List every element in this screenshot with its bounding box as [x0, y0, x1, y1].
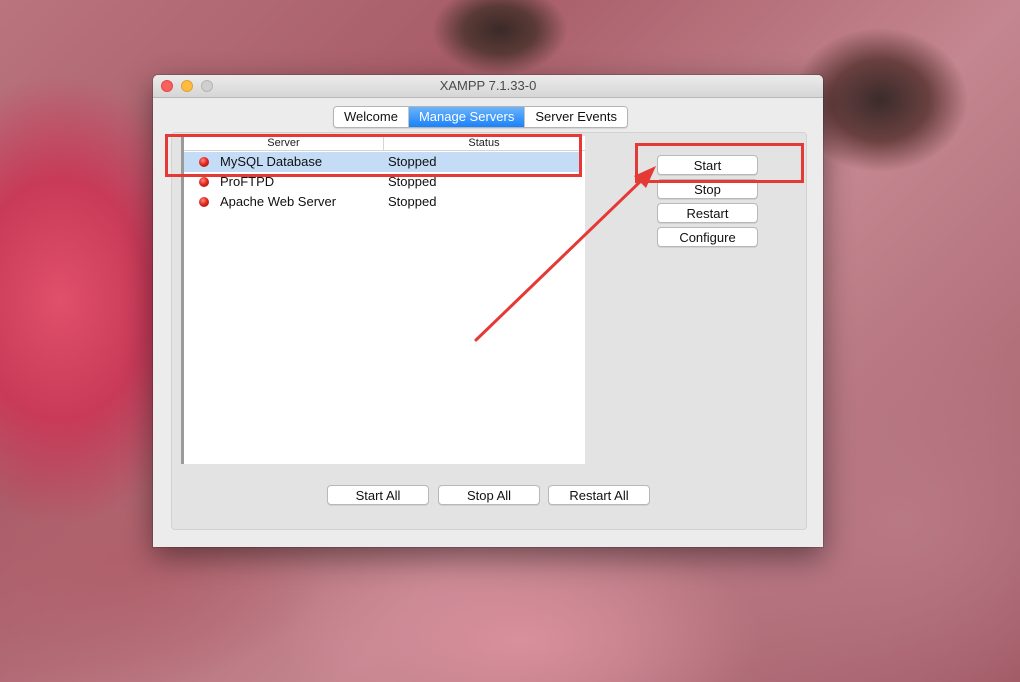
annotation-arrow-icon [474, 166, 656, 342]
